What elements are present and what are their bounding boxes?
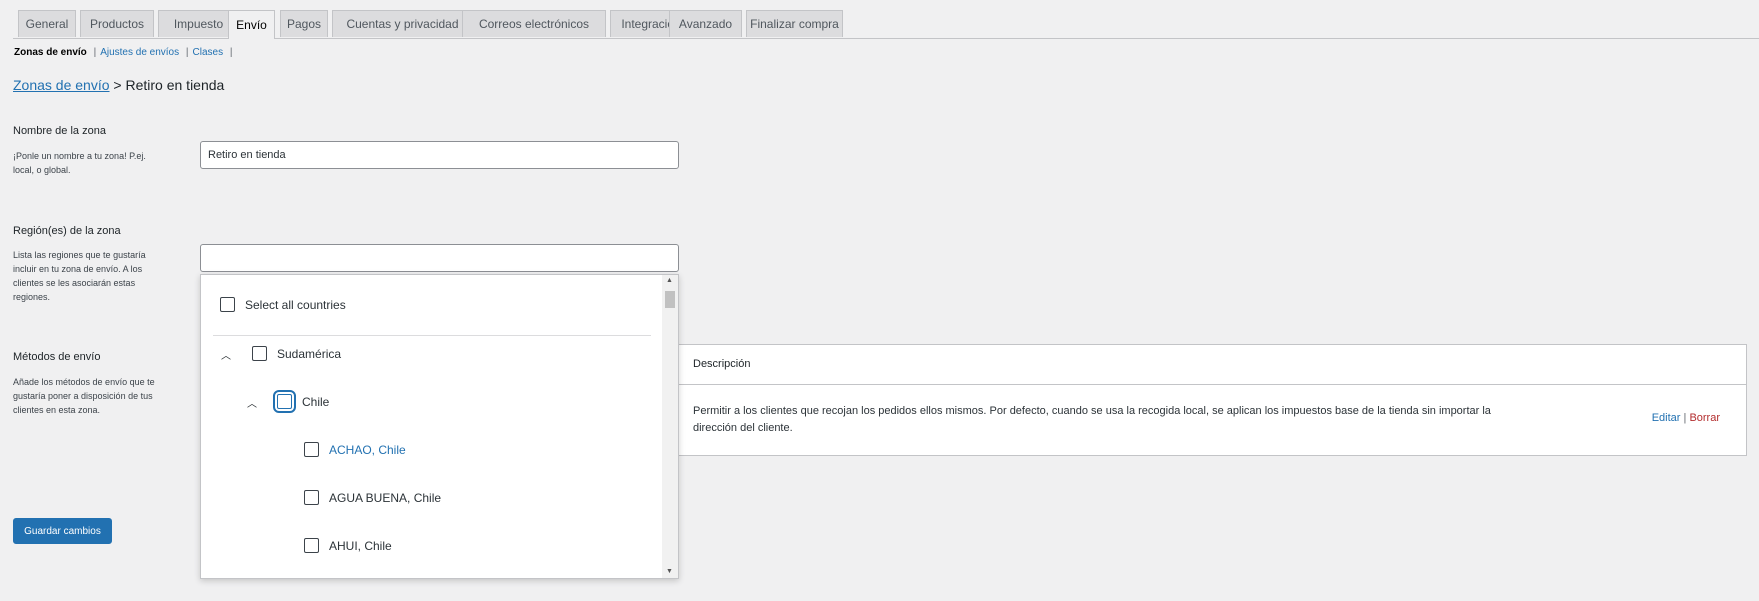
country-option[interactable]: Chile [273,390,330,413]
zone-regions-title: Región(es) de la zona [13,225,121,237]
continent-option[interactable]: Sudamérica [252,346,341,361]
method-actions: Editar | Borrar [1652,412,1720,424]
city-option[interactable]: AGUA BUENA, Chile [304,490,441,505]
city-label: AHUI, Chile [329,538,392,553]
scroll-up-icon[interactable]: ▲ [666,277,673,284]
subnav-classes-link[interactable]: Clases [193,47,224,58]
city-option[interactable]: AHUI, Chile [304,538,392,553]
tab-productos[interactable]: Productos [80,10,154,37]
breadcrumb: Zonas de envío > Retiro en tienda [13,77,224,93]
dropdown-divider [213,335,651,336]
delete-method-link[interactable]: Borrar [1689,412,1720,424]
breadcrumb-separator: > [113,77,122,93]
subnav-separator: | [185,47,189,58]
table-header: Descripción [601,345,1746,385]
zone-name-input[interactable]: Retiro en tienda [200,141,679,169]
zone-regions-input[interactable] [200,244,679,272]
dropdown-scrollbar[interactable]: ▲ ▼ [662,275,678,578]
edit-method-link[interactable]: Editar [1652,412,1681,424]
tab-avanzado[interactable]: Avanzado [669,10,742,37]
chevron-up-icon[interactable]: ︿ [221,347,231,362]
scrollbar-thumb[interactable] [665,291,675,308]
tab-finalizar-compra[interactable]: Finalizar compra [746,10,843,37]
country-label: Chile [302,394,330,409]
continent-checkbox[interactable] [252,346,267,361]
subnav-separator: | [229,47,233,58]
actions-separator: | [1683,412,1687,424]
subnav-settings-link[interactable]: Ajustes de envíos [100,47,179,58]
select-all-option[interactable]: Select all countries [220,297,346,312]
tab-cuentas-privacidad[interactable]: Cuentas y privacidad [332,10,473,37]
city-option[interactable]: ACHAO, Chile [304,442,406,457]
zone-name-desc: ¡Ponle un nombre a tu zona! P.ej. local,… [13,151,146,175]
column-header-description: Descripción [693,358,751,370]
city-label: ACHAO, Chile [329,442,406,457]
subnav-zones: Zonas de envío [14,47,87,58]
tab-envio[interactable]: Envío [228,10,275,39]
shipping-methods-desc: Añade los métodos de envío que te gustar… [13,377,155,415]
city-checkbox[interactable] [304,490,319,505]
shipping-methods-title: Métodos de envío [13,351,101,363]
tab-impuesto[interactable]: Impuesto [158,10,239,37]
tab-pagos[interactable]: Pagos [280,10,328,37]
breadcrumb-current: Retiro en tienda [125,77,225,93]
save-changes-button[interactable]: Guardar cambios [13,518,112,544]
settings-tabs: General Productos Impuesto Envío Pagos C… [18,10,1759,39]
shipping-subnav: Zonas de envío | Ajustes de envíos | Clase… [14,47,236,58]
zone-regions-desc: Lista las regiones que te gustaría inclu… [13,250,146,302]
subnav-separator: | [93,47,97,58]
city-checkbox[interactable] [304,538,319,553]
city-checkbox[interactable] [304,442,319,457]
method-description: Permitir a los clientes que recojan los … [693,405,1491,434]
breadcrumb-zones-link[interactable]: Zonas de envío [13,77,110,93]
tab-correos[interactable]: Correos electrónicos [462,10,606,37]
scroll-down-icon[interactable]: ▼ [666,568,673,575]
zone-name-title: Nombre de la zona [13,125,106,137]
chevron-up-icon[interactable]: ︿ [247,395,257,410]
shipping-methods-table: Descripción Permitir a los clientes que … [600,344,1747,456]
select-all-checkbox[interactable] [220,297,235,312]
select-all-label: Select all countries [245,297,346,312]
continent-label: Sudamérica [277,346,342,361]
regions-dropdown: Select all countries ︿ Sudamérica ︿ Chil… [200,274,679,579]
country-checkbox[interactable] [273,390,296,413]
city-label: AGUA BUENA, Chile [329,490,442,505]
tab-general[interactable]: General [18,10,76,37]
